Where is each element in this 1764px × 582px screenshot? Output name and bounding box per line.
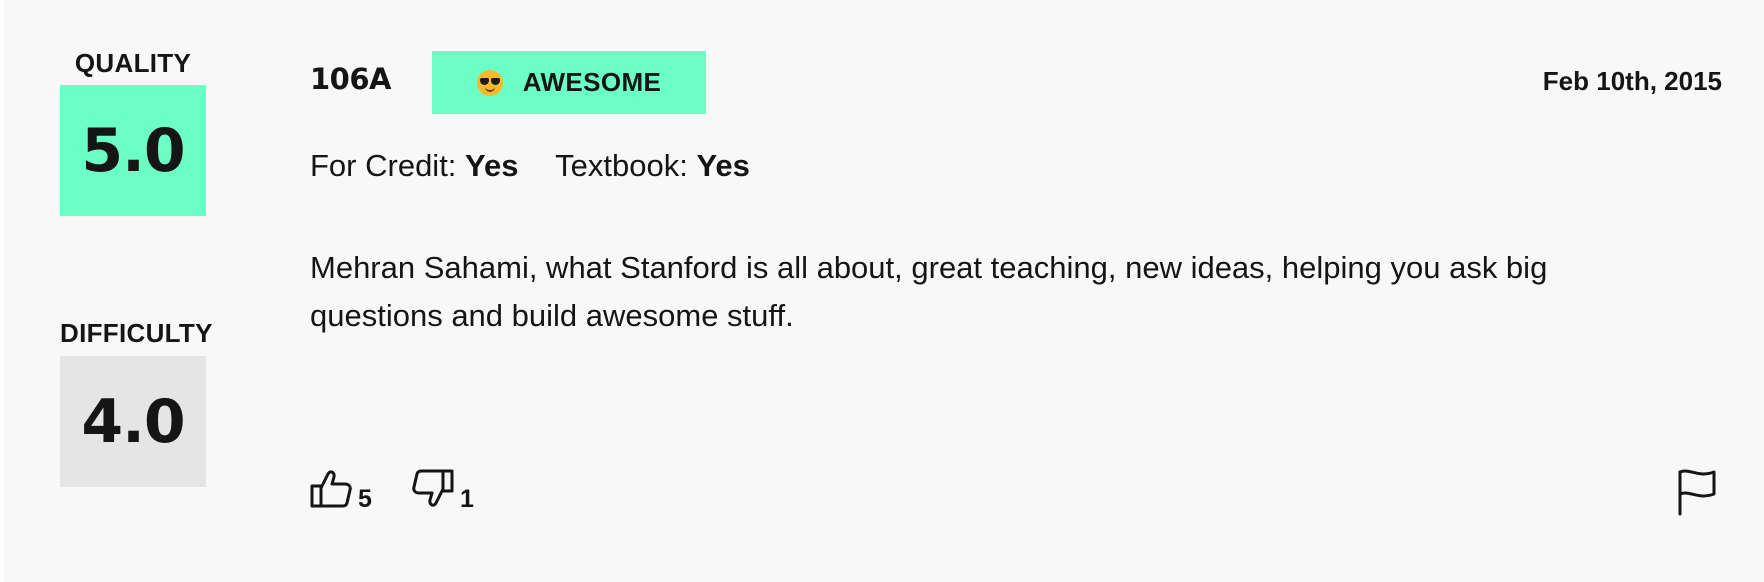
course-code: 106A bbox=[310, 62, 391, 96]
for-credit-label: For Credit: bbox=[310, 148, 457, 183]
not-helpful-vote-button[interactable]: 1 bbox=[412, 468, 474, 513]
for-credit-value: Yes bbox=[465, 148, 519, 183]
quality-score: 5.0 bbox=[60, 85, 206, 216]
rating-tag: AWESOME bbox=[432, 51, 706, 114]
helpful-vote-button[interactable]: 5 bbox=[310, 468, 372, 513]
quality-label: QUALITY bbox=[74, 48, 192, 78]
difficulty-score: 4.0 bbox=[60, 356, 206, 487]
report-button[interactable] bbox=[1676, 468, 1718, 521]
difficulty-label: DIFFICULTY bbox=[60, 318, 213, 348]
helpful-count: 5 bbox=[358, 485, 372, 513]
thumbs-up-icon bbox=[310, 470, 352, 508]
for-credit: For Credit: Yes bbox=[310, 148, 527, 183]
thumbs-down-icon bbox=[412, 469, 454, 507]
not-helpful-count: 1 bbox=[460, 485, 474, 513]
textbook: Textbook: Yes bbox=[555, 148, 750, 183]
flag-icon bbox=[1678, 469, 1716, 516]
textbook-value: Yes bbox=[696, 148, 750, 183]
rating-tag-label: AWESOME bbox=[522, 67, 662, 97]
review-date: Feb 10th, 2015 bbox=[1542, 66, 1722, 96]
textbook-label: Textbook: bbox=[555, 148, 688, 183]
rating-card: QUALITY 5.0 DIFFICULTY 4.0 106A AWESOME … bbox=[4, 0, 1764, 582]
review-meta: For Credit: Yes Textbook: Yes bbox=[310, 148, 778, 184]
sunglasses-emoji-icon bbox=[476, 69, 503, 96]
review-comment: Mehran Sahami, what Stanford is all abou… bbox=[310, 250, 1548, 333]
